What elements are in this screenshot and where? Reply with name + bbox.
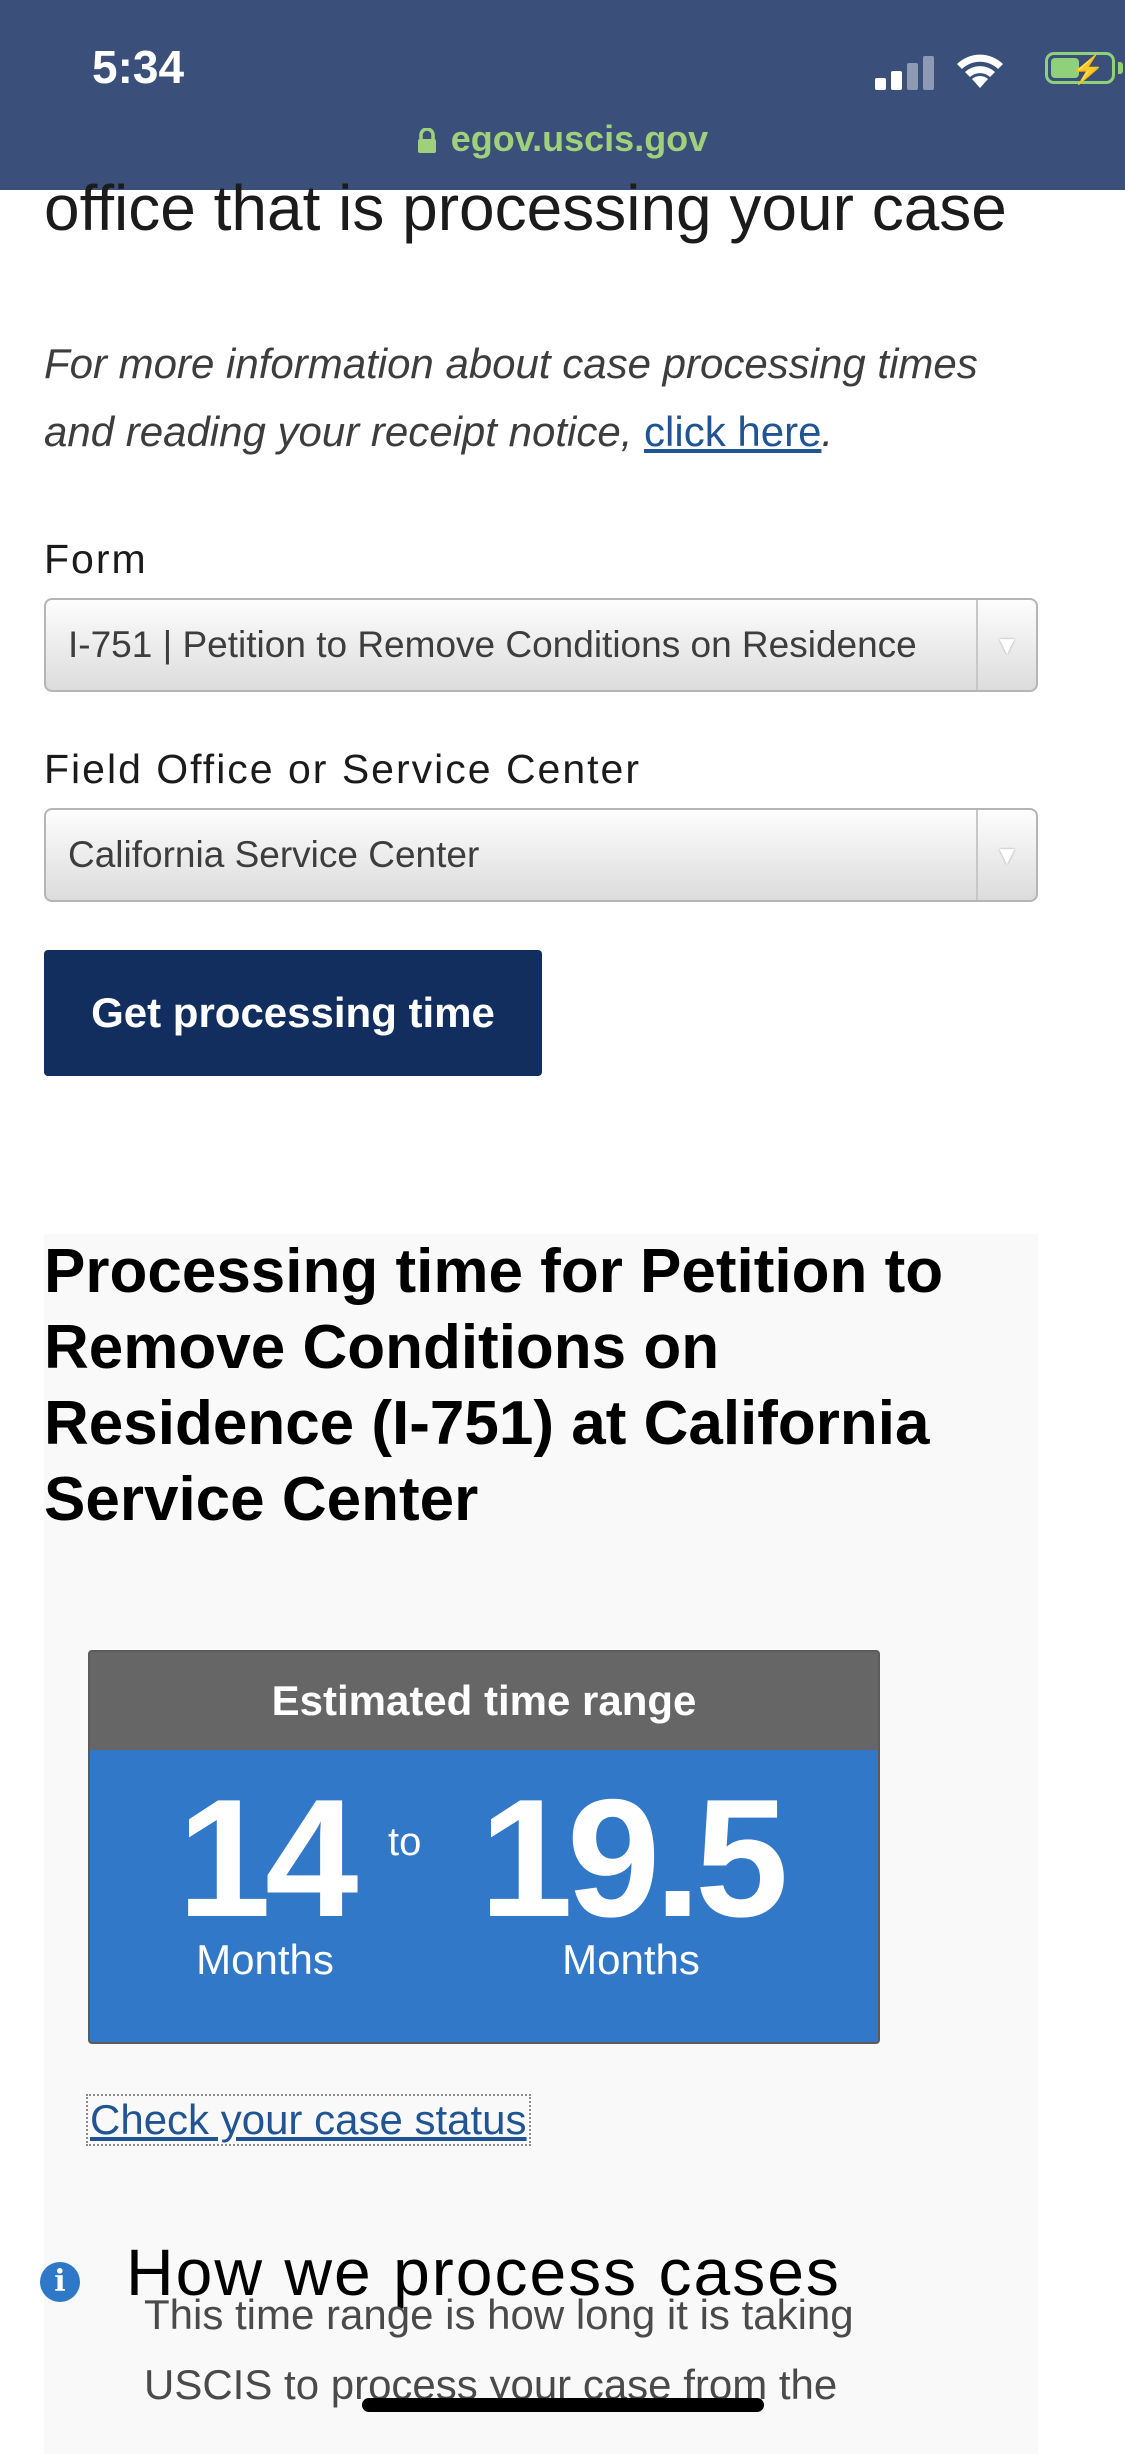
lock-icon [417,128,436,153]
office-label: Field Office or Service Center [44,746,642,792]
click-here-link[interactable]: click here [644,408,821,455]
chevron-down-icon: ▼ [976,810,1036,900]
home-indicator[interactable] [362,2398,764,2412]
range-header: Estimated time range [90,1652,878,1750]
info-text: For more information about case processi… [44,340,978,455]
range-min-value: 14 [177,1764,359,1952]
form-label: Form [44,536,148,582]
status-icons: ⚡ [805,48,1125,90]
battery-icon: ⚡ [1045,52,1115,85]
status-time: 5:34 [92,41,185,93]
browser-header: 5:34 ⚡ egov.uscis.gov [0,0,1125,190]
form-select-value: I-751 | Petition to Remove Conditions on… [68,624,917,665]
estimated-range-box: Estimated time range 14 Months to 19.5 M… [88,1650,880,2044]
info-end: . [821,408,834,455]
form-select[interactable]: I-751 | Petition to Remove Conditions on… [44,598,1038,692]
result-title: Processing time for Petition to Remove C… [44,1237,944,1534]
office-select-value: California Service Center [68,834,480,875]
range-min-unit: Months [196,1936,334,1983]
url-text: egov.uscis.gov [450,118,709,159]
chevron-down-icon: ▼ [976,600,1036,690]
section-heading: office that is processing your case [44,172,1007,244]
signal-icon [875,54,935,90]
range-to: to [388,1820,422,1864]
result-panel: Processing time for Petition to Remove C… [40,1234,1038,2454]
processing-info-note: For more information about case processi… [44,330,1054,466]
get-processing-time-button[interactable]: Get processing time [44,950,542,1076]
office-select[interactable]: California Service Center ▼ [44,808,1038,902]
range-max-unit: Months [562,1936,700,1983]
battery-tip [1118,62,1123,74]
info-icon: i [40,2262,80,2302]
check-case-status-link[interactable]: Check your case status [86,2094,531,2146]
wifi-icon [957,54,1003,88]
address-bar[interactable]: egov.uscis.gov [0,118,1125,160]
range-max-value: 19.5 [479,1764,789,1952]
